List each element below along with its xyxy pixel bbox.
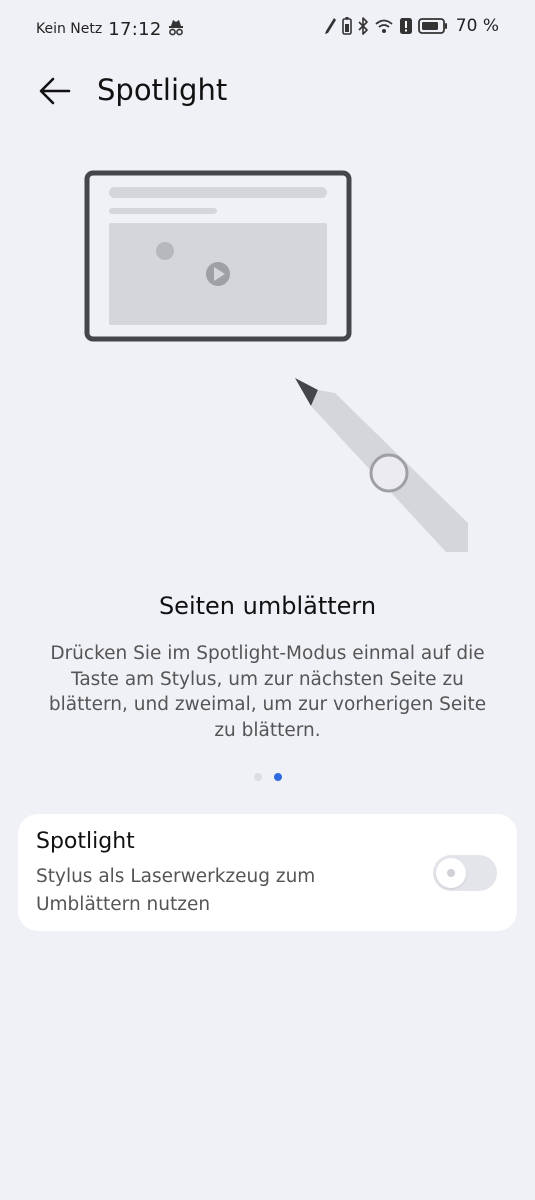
setting-title: Spotlight <box>36 829 135 854</box>
page-dot-2[interactable] <box>273 773 282 781</box>
page-indicator <box>0 773 535 781</box>
alert-icon <box>399 16 413 36</box>
back-button[interactable] <box>32 70 78 116</box>
bluetooth-icon <box>357 16 369 36</box>
spotlight-toggle[interactable] <box>433 855 497 891</box>
battery-percent: 70 % <box>455 16 499 36</box>
battery-icon <box>417 16 448 36</box>
status-left: Kein Netz 17:12 <box>36 18 184 40</box>
toggle-knob <box>436 858 466 888</box>
wifi-icon <box>374 16 394 36</box>
stylus-battery-icon <box>341 16 352 36</box>
page-dot-1[interactable] <box>253 773 262 781</box>
tutorial-heading: Seiten umblättern <box>158 592 377 620</box>
tutorial-description: Drücken Sie im Spotlight-Modus einmal au… <box>48 643 487 741</box>
tablet-icon <box>84 170 352 342</box>
status-bar: Kein Netz 17:12 70 % <box>0 0 535 60</box>
play-icon <box>206 262 230 286</box>
status-right: 70 % <box>323 16 499 36</box>
spotlight-illustration <box>80 165 480 565</box>
page-title: Spotlight <box>97 73 228 107</box>
setting-subtitle: Stylus als Laserwerkzeug zum Umblättern … <box>36 866 316 915</box>
arrow-left-icon <box>38 76 72 110</box>
clock: 17:12 <box>108 18 162 40</box>
stylus-icon <box>323 16 337 36</box>
incognito-icon <box>168 18 184 40</box>
stylus-pen-icon <box>295 378 468 552</box>
spotlight-setting-card[interactable]: Spotlight Stylus als Laserwerkzeug zum U… <box>18 814 517 931</box>
carrier-label: Kein Netz <box>36 21 103 37</box>
